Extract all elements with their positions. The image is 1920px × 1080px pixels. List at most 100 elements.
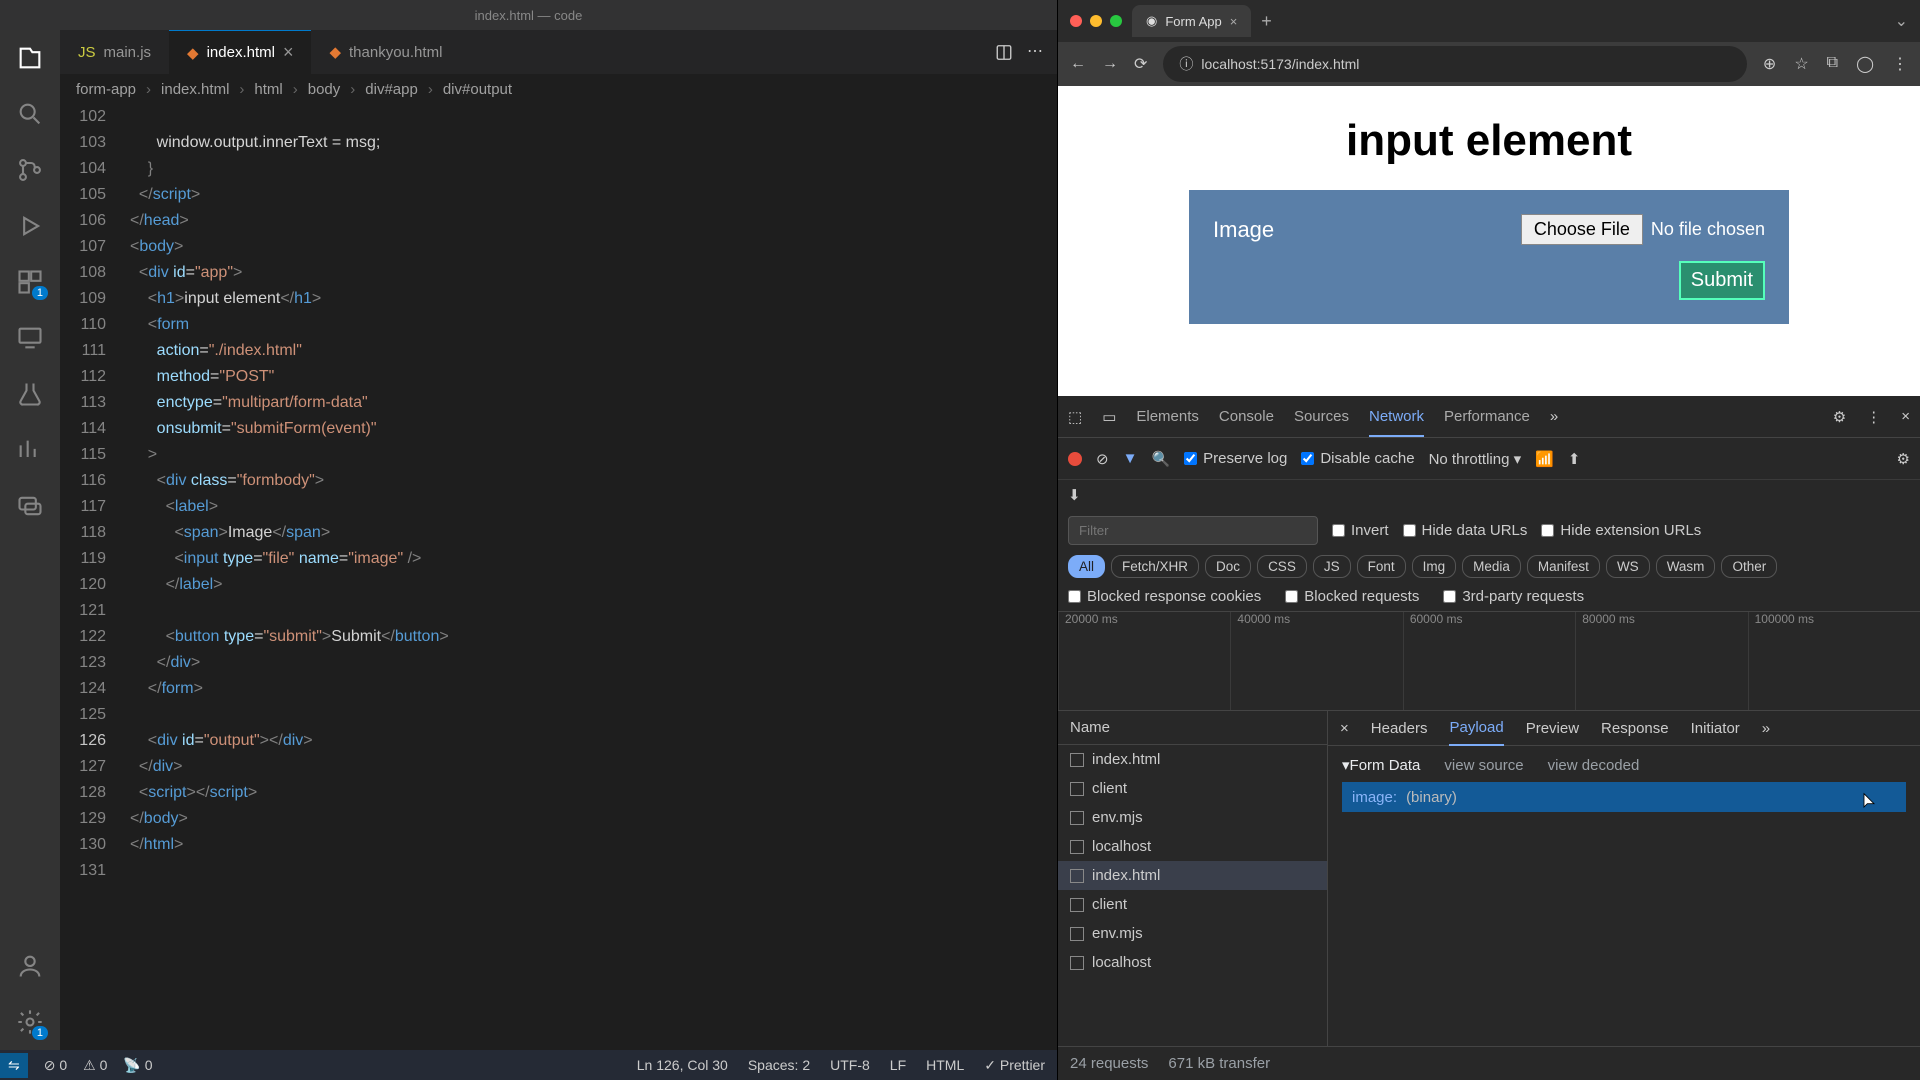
more-tabs-icon[interactable]: » [1550, 408, 1558, 425]
new-tab-button[interactable]: + [1261, 11, 1272, 32]
minimize-window-icon[interactable] [1090, 15, 1102, 27]
breadcrumb[interactable]: form-app› index.html› html› body› div#ap… [60, 74, 1057, 104]
forward-button[interactable]: → [1102, 55, 1118, 73]
throttling-select[interactable]: No throttling ▾ [1429, 450, 1522, 468]
language-mode[interactable]: HTML [926, 1057, 964, 1074]
close-devtools-icon[interactable]: × [1901, 408, 1910, 425]
detail-response[interactable]: Response [1601, 720, 1669, 737]
filter-icon[interactable]: ▼ [1123, 450, 1138, 467]
network-settings-icon[interactable]: ⚙ [1897, 450, 1910, 468]
reload-button[interactable]: ⟳ [1134, 54, 1147, 74]
info-icon[interactable]: ⓘ [1179, 54, 1193, 74]
invert-checkbox[interactable]: Invert [1332, 522, 1389, 539]
filter-pill-css[interactable]: CSS [1257, 555, 1307, 578]
network-timeline[interactable]: 20000 ms40000 ms60000 ms80000 ms100000 m… [1058, 611, 1920, 711]
bookmark-icon[interactable]: ☆ [1794, 54, 1808, 74]
tab-indexhtml[interactable]: ◆index.html× [169, 30, 311, 74]
extensions-icon[interactable]: 1 [16, 268, 44, 296]
menu-icon[interactable]: ⋮ [1866, 408, 1881, 426]
address-bar[interactable]: ⓘlocalhost:5173/index.html [1163, 46, 1747, 82]
tab-elements[interactable]: Elements [1136, 408, 1199, 425]
name-column-header[interactable]: Name [1058, 711, 1327, 745]
filter-pill-media[interactable]: Media [1462, 555, 1521, 578]
tab-thankyou[interactable]: ◆thankyou.html [311, 30, 460, 74]
detail-initiator[interactable]: Initiator [1691, 720, 1740, 737]
filter-pill-wasm[interactable]: Wasm [1656, 555, 1716, 578]
settings-icon[interactable]: ⚙ [1833, 408, 1846, 426]
filter-pill-img[interactable]: Img [1412, 555, 1457, 578]
disable-cache-checkbox[interactable]: Disable cache [1301, 450, 1414, 467]
back-button[interactable]: ← [1070, 55, 1086, 73]
comments-icon[interactable] [16, 492, 44, 520]
errors-count[interactable]: ⊘ 0 [44, 1057, 67, 1074]
account-icon[interactable] [16, 952, 44, 980]
blocked-requests-checkbox[interactable]: Blocked requests [1285, 588, 1419, 605]
tab-network[interactable]: Network [1369, 408, 1424, 437]
tab-mainjs[interactable]: JSmain.js [60, 30, 169, 74]
form-data-row[interactable]: image: (binary) [1342, 782, 1906, 812]
indentation[interactable]: Spaces: 2 [748, 1057, 810, 1074]
remote-indicator[interactable]: ⇋ [0, 1053, 28, 1078]
device-toolbar-icon[interactable]: ▭ [1102, 408, 1116, 426]
menu-icon[interactable]: ⋮ [1892, 54, 1908, 74]
split-editor-icon[interactable] [995, 41, 1013, 64]
record-button[interactable] [1068, 452, 1082, 466]
filter-input[interactable] [1068, 516, 1318, 545]
view-decoded-link[interactable]: view decoded [1548, 757, 1640, 774]
maximize-window-icon[interactable] [1110, 15, 1122, 27]
request-row[interactable]: env.mjs [1058, 919, 1327, 948]
close-icon[interactable]: × [283, 42, 294, 63]
submit-button[interactable]: Submit [1679, 261, 1765, 300]
close-detail-icon[interactable]: × [1340, 720, 1349, 737]
search-icon[interactable]: 🔍 [1151, 450, 1170, 468]
request-row[interactable]: index.html [1058, 861, 1327, 890]
tab-performance[interactable]: Performance [1444, 408, 1530, 425]
scm-icon[interactable] [16, 156, 44, 184]
encoding[interactable]: UTF-8 [830, 1057, 870, 1074]
zoom-icon[interactable]: ⊕ [1763, 54, 1776, 74]
tab-console[interactable]: Console [1219, 408, 1274, 425]
gear-icon[interactable]: 1 [16, 1008, 44, 1036]
request-row[interactable]: env.mjs [1058, 803, 1327, 832]
more-detail-tabs-icon[interactable]: » [1762, 720, 1770, 737]
preserve-log-checkbox[interactable]: Preserve log [1184, 450, 1287, 467]
network-conditions-icon[interactable]: 📶 [1535, 450, 1554, 468]
third-party-checkbox[interactable]: 3rd-party requests [1443, 588, 1584, 605]
blocked-cookies-checkbox[interactable]: Blocked response cookies [1068, 588, 1261, 605]
formatter[interactable]: ✓ Prettier [984, 1057, 1045, 1074]
debug-icon[interactable] [16, 212, 44, 240]
filter-pill-all[interactable]: All [1068, 555, 1105, 578]
inspect-icon[interactable]: ⬚ [1068, 408, 1082, 426]
close-window-icon[interactable] [1070, 15, 1082, 27]
filter-pill-font[interactable]: Font [1357, 555, 1406, 578]
request-row[interactable]: client [1058, 774, 1327, 803]
request-row[interactable]: client [1058, 890, 1327, 919]
detail-payload[interactable]: Payload [1449, 719, 1503, 746]
close-tab-icon[interactable]: × [1230, 14, 1238, 29]
window-controls[interactable] [1070, 15, 1122, 27]
export-icon[interactable]: ⬇ [1068, 487, 1081, 504]
clear-button[interactable]: ⊘ [1096, 450, 1109, 468]
browser-tab[interactable]: ◉Form App× [1132, 5, 1251, 37]
code-editor[interactable]: 1021031041051061071081091101111121131141… [60, 104, 1057, 1050]
testing-icon[interactable] [16, 380, 44, 408]
extensions-icon[interactable]: ⧉ [1827, 54, 1838, 74]
eol[interactable]: LF [890, 1057, 906, 1074]
filter-pill-fetch-xhr[interactable]: Fetch/XHR [1111, 555, 1199, 578]
hide-ext-urls-checkbox[interactable]: Hide extension URLs [1541, 522, 1701, 539]
request-row[interactable]: localhost [1058, 948, 1327, 977]
hide-data-urls-checkbox[interactable]: Hide data URLs [1403, 522, 1528, 539]
explorer-icon[interactable] [16, 44, 44, 72]
filter-pill-other[interactable]: Other [1721, 555, 1777, 578]
filter-pill-manifest[interactable]: Manifest [1527, 555, 1600, 578]
choose-file-button[interactable]: Choose File [1521, 214, 1643, 245]
import-icon[interactable]: ⬆ [1568, 450, 1581, 468]
remote-icon[interactable] [16, 324, 44, 352]
cursor-position[interactable]: Ln 126, Col 30 [637, 1057, 728, 1074]
more-icon[interactable]: ⋯ [1027, 41, 1043, 64]
request-row[interactable]: index.html [1058, 745, 1327, 774]
search-icon[interactable] [16, 100, 44, 128]
request-row[interactable]: localhost [1058, 832, 1327, 861]
filter-pill-doc[interactable]: Doc [1205, 555, 1251, 578]
view-source-link[interactable]: view source [1444, 757, 1523, 774]
